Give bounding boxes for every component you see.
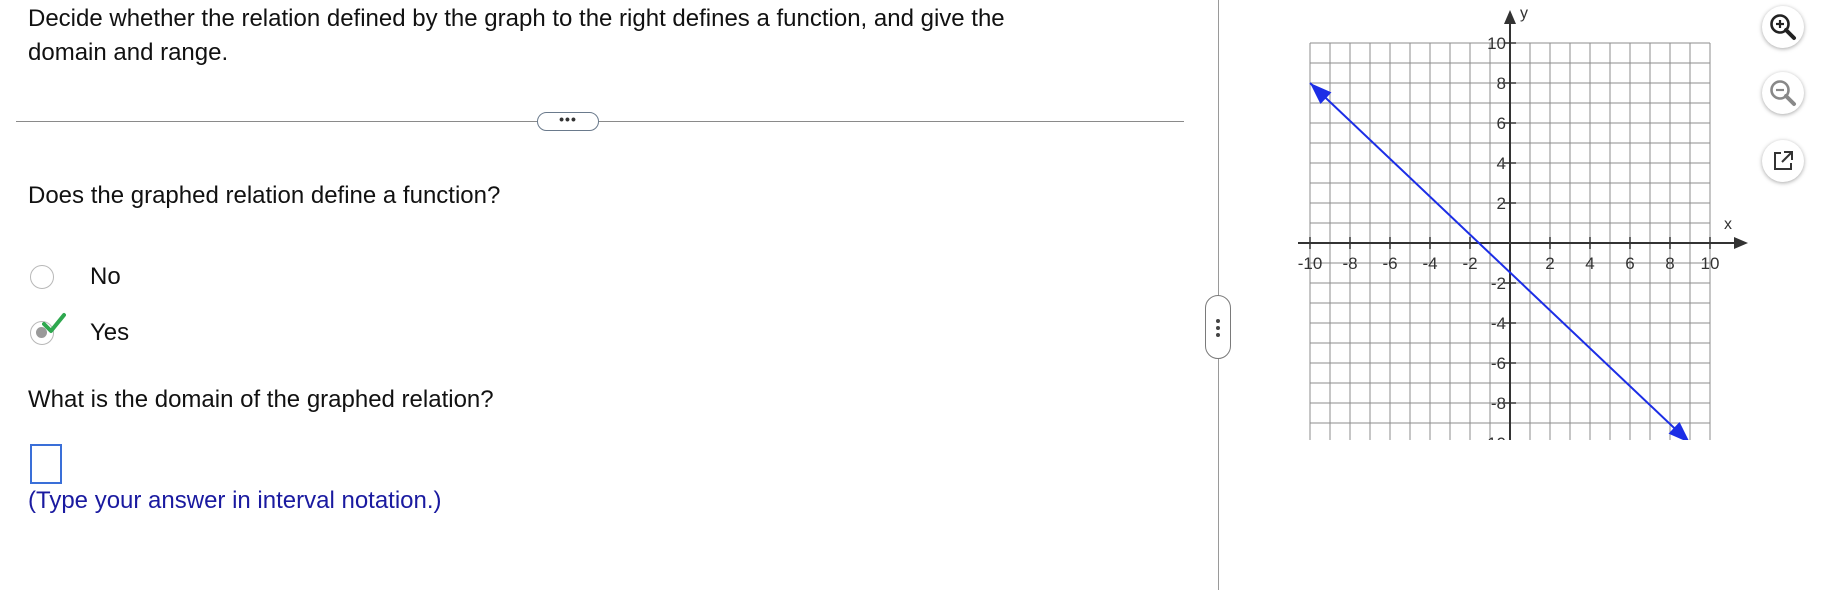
check-icon [42, 313, 66, 333]
option-yes-label: Yes [90, 319, 130, 346]
zoom-out-button[interactable] [1762, 72, 1804, 114]
zoom-out-icon [1770, 80, 1796, 106]
part2-prompt: What is the domain of the graphed relati… [28, 386, 494, 413]
y-tick-label: -10 [1481, 434, 1506, 440]
x-tick-label: 10 [1701, 254, 1720, 273]
tick-labels: -10 -8 -6 -4 -2 2 4 6 8 10 10 8 6 4 2 -2 -4 -6 -8 -10 [1298, 34, 1720, 440]
y-tick-label: 4 [1497, 154, 1506, 173]
external-link-icon [1774, 151, 1793, 170]
y-tick-label: -2 [1491, 274, 1506, 293]
y-tick-label: -4 [1491, 314, 1506, 333]
y-tick-label: -6 [1491, 354, 1506, 373]
x-tick-label: -10 [1298, 254, 1323, 273]
option-yes[interactable]: Yes [30, 313, 129, 348]
x-axis-label: x [1724, 216, 1732, 233]
separator [16, 121, 1184, 122]
question-line-1: Decide whether the relation defined by t… [28, 5, 1005, 32]
x-tick-label: 4 [1585, 254, 1594, 273]
y-axis-arrow [1504, 10, 1516, 24]
domain-answer-input[interactable] [30, 444, 62, 484]
question-text: Decide whether the relation defined by t… [28, 2, 1128, 70]
x-tick-label: -2 [1462, 254, 1477, 273]
answer-hint: (Type your answer in interval notation.) [28, 487, 442, 514]
option-no-label: No [90, 263, 121, 290]
option-no-radio[interactable] [30, 265, 54, 289]
x-tick-label: -4 [1422, 254, 1437, 273]
y-axis-label: y [1520, 5, 1528, 22]
part1-prompt: Does the graphed relation define a funct… [28, 182, 501, 209]
expand-button[interactable]: ••• [537, 112, 599, 131]
y-tick-label: 10 [1487, 34, 1506, 53]
zoom-in-icon [1770, 14, 1796, 40]
x-tick-label: -8 [1342, 254, 1357, 273]
x-tick-label: 8 [1665, 254, 1674, 273]
y-tick-label: 6 [1497, 114, 1506, 133]
option-no[interactable]: No [30, 262, 121, 292]
panel-resize-handle[interactable] [1205, 295, 1231, 359]
y-tick-label: -8 [1491, 394, 1506, 413]
question-line-2: domain and range. [28, 39, 229, 66]
x-tick-label: -6 [1382, 254, 1397, 273]
y-tick-label: 8 [1497, 74, 1506, 93]
coordinate-graph: x y -10 -8 -6 -4 -2 2 4 6 8 10 10 8 6 4 2 -2 -4 -6 -8 -10 [1298, 5, 1748, 440]
x-tick-label: 2 [1545, 254, 1554, 273]
y-tick-label: 2 [1497, 194, 1506, 213]
x-axis-arrow [1734, 237, 1748, 249]
open-external-button[interactable] [1762, 140, 1804, 182]
x-tick-label: 6 [1625, 254, 1634, 273]
zoom-in-button[interactable] [1762, 6, 1804, 48]
